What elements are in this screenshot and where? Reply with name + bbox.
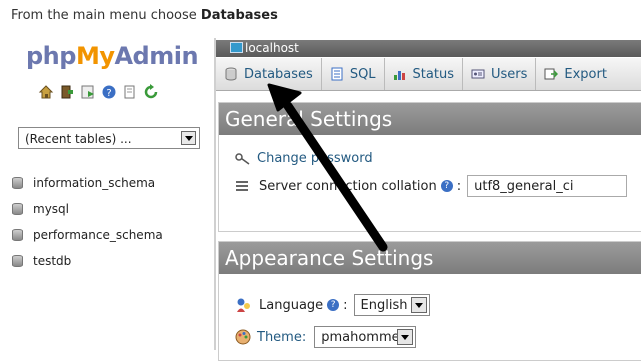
- collation-select[interactable]: utf8_general_ci: [467, 175, 628, 197]
- database-name: information_schema: [33, 176, 156, 190]
- database-icon: [12, 177, 23, 189]
- tab-sql[interactable]: SQL: [322, 58, 385, 90]
- sql-icon: [331, 67, 343, 81]
- database-icon: [12, 203, 23, 215]
- change-password-row: Change password: [235, 151, 373, 166]
- database-item-testdb[interactable]: testdb: [12, 248, 163, 274]
- database-name: mysql: [33, 202, 69, 216]
- export-icon: [544, 68, 559, 80]
- appearance-settings-panel: Appearance Settings Language ? : English…: [218, 241, 641, 361]
- database-item-information-schema[interactable]: information_schema: [12, 170, 163, 196]
- chevron-down-icon[interactable]: [397, 329, 414, 345]
- database-item-performance-schema[interactable]: performance_schema: [12, 222, 163, 248]
- database-name: testdb: [33, 254, 72, 268]
- tab-databases-label: Databases: [244, 66, 313, 82]
- theme-value: pmahomme: [321, 330, 400, 345]
- tab-status-label: Status: [412, 66, 454, 82]
- svg-text:?: ?: [106, 88, 111, 99]
- language-label: Language: [259, 297, 324, 313]
- database-icon: [225, 67, 237, 81]
- tab-status[interactable]: Status: [385, 58, 463, 90]
- collation-row: Server connection collation ? : utf8_gen…: [235, 175, 628, 197]
- server-icon: [230, 42, 243, 53]
- instruction-bold: Databases: [200, 8, 278, 23]
- general-settings-title: General Settings: [219, 103, 641, 135]
- database-name: performance_schema: [33, 228, 163, 242]
- language-select[interactable]: English: [353, 294, 430, 316]
- theme-label-link[interactable]: Theme:: [257, 330, 306, 345]
- tab-users-label: Users: [490, 66, 528, 82]
- status-icon: [393, 71, 405, 80]
- instruction-prefix: From the main menu choose: [11, 8, 197, 23]
- tab-databases[interactable]: Databases: [216, 58, 322, 90]
- recent-tables-value: (Recent tables) ...: [25, 132, 132, 146]
- users-icon: [471, 69, 485, 79]
- nav-icon-row: ?: [38, 84, 159, 100]
- help-icon[interactable]: ?: [440, 180, 453, 192]
- reload-icon[interactable]: [143, 84, 159, 100]
- server-label[interactable]: localhost: [245, 41, 299, 55]
- key-icon: [235, 152, 250, 165]
- navigation-frame: phpMyAdmin ? (Recent tables) ... informa…: [6, 38, 206, 343]
- palette-icon: [235, 329, 251, 345]
- recent-tables-select[interactable]: (Recent tables) ...: [18, 127, 200, 149]
- server-breadcrumb: localhost: [216, 40, 641, 57]
- instruction-text: From the main menu choose Databases: [11, 8, 278, 23]
- appearance-settings-title: Appearance Settings: [219, 242, 641, 274]
- theme-select[interactable]: pmahomme: [314, 326, 417, 348]
- exit-icon[interactable]: [59, 84, 75, 100]
- tab-users[interactable]: Users: [463, 58, 537, 90]
- logo-my: My: [75, 42, 115, 70]
- collation-value: utf8_general_ci: [474, 179, 574, 194]
- change-password-link[interactable]: Change password: [257, 151, 373, 166]
- language-value: English: [360, 298, 408, 313]
- database-item-mysql[interactable]: mysql: [12, 196, 163, 222]
- chevron-down-icon[interactable]: [181, 131, 196, 145]
- general-settings-panel: General Settings Change password Server …: [218, 102, 641, 232]
- help-icon[interactable]: ?: [327, 299, 340, 311]
- tab-sql-label: SQL: [349, 66, 376, 82]
- chevron-down-icon[interactable]: [410, 297, 427, 313]
- theme-row: Theme: pmahomme: [235, 326, 417, 348]
- language-row: Language ? : English: [235, 294, 430, 316]
- collation-label: Server connection collation: [259, 178, 437, 194]
- phpmyadmin-logo[interactable]: phpMyAdmin: [26, 42, 199, 70]
- language-icon: [237, 298, 250, 312]
- database-icon: [12, 255, 23, 267]
- database-list: information_schema mysql performance_sch…: [12, 170, 163, 274]
- home-icon[interactable]: [38, 84, 54, 100]
- main-frame: localhost Databases SQL Status Users Exp…: [214, 38, 641, 361]
- query-window-icon[interactable]: [80, 84, 96, 100]
- logo-admin: Admin: [114, 42, 199, 70]
- tab-export-label: Export: [564, 66, 607, 82]
- tab-export[interactable]: Export: [536, 58, 615, 90]
- logo-php: php: [26, 42, 76, 70]
- help-icon[interactable]: ?: [101, 84, 117, 100]
- colon: :: [343, 297, 348, 313]
- database-icon: [12, 229, 23, 241]
- docs-icon[interactable]: [122, 84, 138, 100]
- main-menu-tabs: Databases SQL Status Users Export: [216, 58, 641, 91]
- colon: :: [456, 178, 462, 194]
- list-icon: [236, 181, 248, 191]
